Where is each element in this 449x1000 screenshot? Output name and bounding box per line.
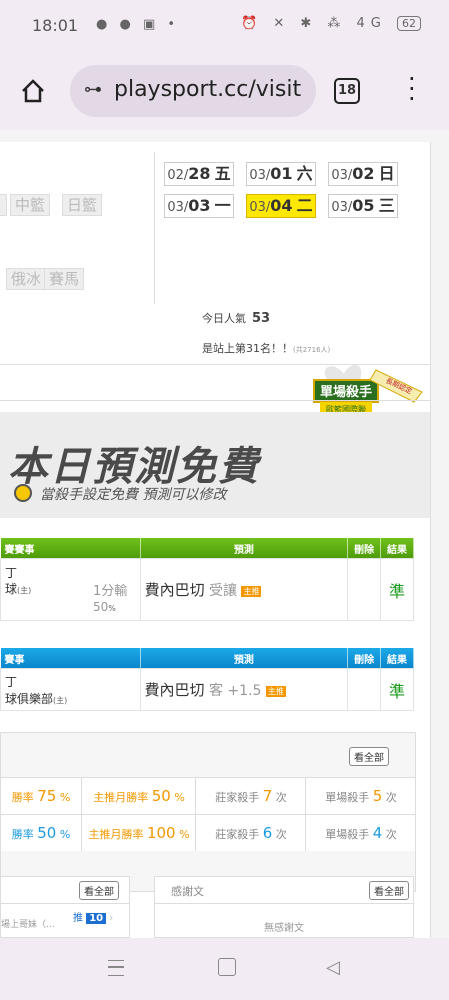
- see-all-button[interactable]: 看全部: [369, 881, 409, 900]
- address-bar[interactable]: ⊶ playsport.cc/visit: [70, 65, 316, 117]
- stat-single-killer: 單場殺手 4 次: [305, 815, 416, 851]
- free-prediction-banner: 本日預測免費 當殺手設定免費 預測可以修改: [0, 412, 430, 518]
- thanks-box: 感謝文 看全部 無感謝文: [154, 876, 414, 938]
- date-button[interactable]: 02/28 五: [164, 162, 234, 186]
- stat-win-rate: 勝率 75 %: [11, 787, 71, 805]
- status-bar: 18:01 ● ● ▣ • ⏰ ✕ ✱ ⁂ 4G 62: [0, 0, 449, 56]
- stat-monthly-rate: 主推月勝率 100 %: [81, 815, 196, 851]
- prediction-cell: 費內巴切 受讓 主推: [139, 558, 349, 621]
- see-all-button[interactable]: 看全部: [79, 881, 119, 900]
- prediction-cell: 費內巴切 客 +1.5 主推: [139, 668, 349, 711]
- divider: [0, 400, 430, 401]
- tab-switcher-button[interactable]: 18: [334, 78, 360, 104]
- clock: 18:01: [32, 16, 79, 35]
- banner-subtitle: 當殺手設定免費 預測可以修改: [40, 487, 227, 503]
- predicted-team: 費內巴切: [144, 581, 205, 599]
- divider: [1, 903, 129, 904]
- bet-type: 客 +1.5: [209, 683, 262, 699]
- result-cell: 準: [380, 558, 414, 621]
- handicap-percent: 50: [93, 599, 109, 614]
- column-header: 賽賽事: [0, 538, 141, 559]
- date-button[interactable]: 03/03 一: [164, 194, 234, 218]
- main-pick-tag: 主推: [265, 685, 286, 697]
- table-row: 丁 球(主) 1分輸 50% 費內巴切 受讓 主推 準: [0, 558, 414, 621]
- push-count: 推 10 ›: [73, 913, 114, 924]
- column-header: 刪除: [347, 648, 382, 669]
- column-header: 結果: [380, 538, 414, 559]
- stats-row: 勝率 75 % 主推月勝率 50 % 莊家殺手 7 次 單場殺手 5 次: [1, 777, 415, 814]
- team-line2: 球俱樂部: [5, 691, 54, 706]
- main-pick-tag: 主推: [241, 585, 262, 597]
- category-horse-racing[interactable]: 賽馬: [44, 268, 85, 290]
- prediction-table-green: 賽賽事 預測 刪除 結果 丁 球(主) 1分輸 50% 費內巴切 受讓 主推 準: [0, 538, 414, 621]
- stats-box: 看全部 勝率 75 % 主推月勝率 50 % 莊家殺手 7 次 單場殺手 5 次…: [0, 732, 416, 892]
- divider: [0, 364, 430, 365]
- category-cba[interactable]: 中籃: [10, 194, 51, 216]
- page-content: 中籃 日籃 俄冰 賽馬 02/28 五 03/01 六 03/02 日 03/0…: [0, 142, 449, 938]
- see-all-button[interactable]: 看全部: [349, 747, 389, 766]
- more-menu-icon[interactable]: · · ·: [408, 67, 416, 111]
- url-text[interactable]: playsport.cc/visit: [114, 77, 301, 102]
- site-rank: 是站上第31名！！(共2716人): [202, 342, 331, 355]
- table-row: 丁 球俱樂部(主) 費內巴切 客 +1.5 主推 準: [0, 668, 414, 711]
- date-button[interactable]: 03/05 三: [328, 194, 398, 218]
- column-header: 結果: [380, 648, 414, 669]
- site-settings-icon[interactable]: ⊶: [84, 79, 102, 100]
- system-icons: ⏰ ✕ ✱ ⁂ 4G 62: [241, 16, 421, 31]
- thanks-title: 感謝文: [171, 885, 204, 898]
- article-box: 看全部 場上哥妹（... 推 10 ›: [0, 876, 130, 938]
- home-tag: (主): [53, 695, 68, 705]
- stat-monthly-rate: 主推月勝率 50 %: [81, 778, 196, 814]
- home-button-icon[interactable]: [218, 958, 236, 976]
- notification-icons: ● ● ▣ •: [96, 17, 180, 32]
- column-header: 預測: [140, 648, 349, 669]
- today-popularity: 今日人氣 53: [202, 311, 271, 326]
- match-cell: 丁 球(主) 1分輸 50%: [0, 558, 141, 621]
- category-jp-basketball[interactable]: 日籃: [62, 194, 103, 216]
- prediction-table-blue: 賽事 預測 刪除 結果 丁 球俱樂部(主) 費內巴切 客 +1.5 主推 準: [0, 648, 414, 711]
- predicted-team: 費內巴切: [144, 681, 205, 699]
- stat-banker-killer: 莊家殺手 7 次: [195, 778, 306, 814]
- battery-icon: 62: [397, 16, 421, 31]
- result-cell: 準: [380, 668, 414, 711]
- home-tag: (主): [17, 585, 32, 595]
- percent-unit: %: [108, 603, 116, 613]
- main-panel: 中籃 日籃 俄冰 賽馬 02/28 五 03/01 六 03/02 日 03/0…: [0, 142, 431, 938]
- browser-toolbar: ⊶ playsport.cc/visit 18 · · ·: [0, 56, 449, 130]
- home-icon[interactable]: [20, 78, 46, 104]
- team-line2: 球: [5, 581, 18, 596]
- team-line1: 丁: [5, 565, 18, 580]
- back-icon[interactable]: ◁: [326, 957, 340, 978]
- column-header: 賽事: [0, 648, 141, 669]
- divider: [155, 903, 413, 904]
- system-nav-bar: ◁: [0, 938, 449, 1000]
- date-button[interactable]: 03/02 日: [328, 162, 398, 186]
- handicap: 1分輸: [93, 583, 128, 599]
- date-button[interactable]: 03/01 六: [246, 162, 316, 186]
- column-header: 預測: [140, 538, 349, 559]
- team-line1: 丁: [5, 674, 18, 689]
- recent-apps-icon[interactable]: [108, 960, 124, 976]
- stat-banker-killer: 莊家殺手 6 次: [195, 815, 306, 851]
- article-snippet[interactable]: 場上哥妹（...: [1, 917, 55, 930]
- stat-single-killer: 單場殺手 5 次: [305, 778, 416, 814]
- bet-type: 受讓: [209, 583, 238, 599]
- date-button-selected[interactable]: 03/04 二: [246, 194, 316, 218]
- column-header: 刪除: [347, 538, 382, 559]
- category-ru-hockey[interactable]: 俄冰: [6, 268, 47, 290]
- system-status-icons: ⏰ ✕ ✱ ⁂ 4G: [241, 16, 387, 31]
- result-text: 準: [389, 581, 406, 601]
- thanks-empty: 無感謝文: [264, 923, 304, 934]
- delete-cell[interactable]: [347, 668, 382, 711]
- stats-row: 勝率 50 % 主推月勝率 100 % 莊家殺手 6 次 單場殺手 4 次: [1, 814, 415, 851]
- lightbulb-icon: [14, 484, 32, 502]
- divider: [154, 152, 155, 304]
- category-partial[interactable]: [0, 194, 7, 216]
- match-cell: 丁 球俱樂部(主): [0, 668, 141, 711]
- delete-cell[interactable]: [347, 558, 382, 621]
- result-text: 準: [389, 681, 406, 701]
- badge-title: 單場殺手: [320, 384, 372, 400]
- stat-win-rate: 勝率 50 %: [11, 824, 71, 842]
